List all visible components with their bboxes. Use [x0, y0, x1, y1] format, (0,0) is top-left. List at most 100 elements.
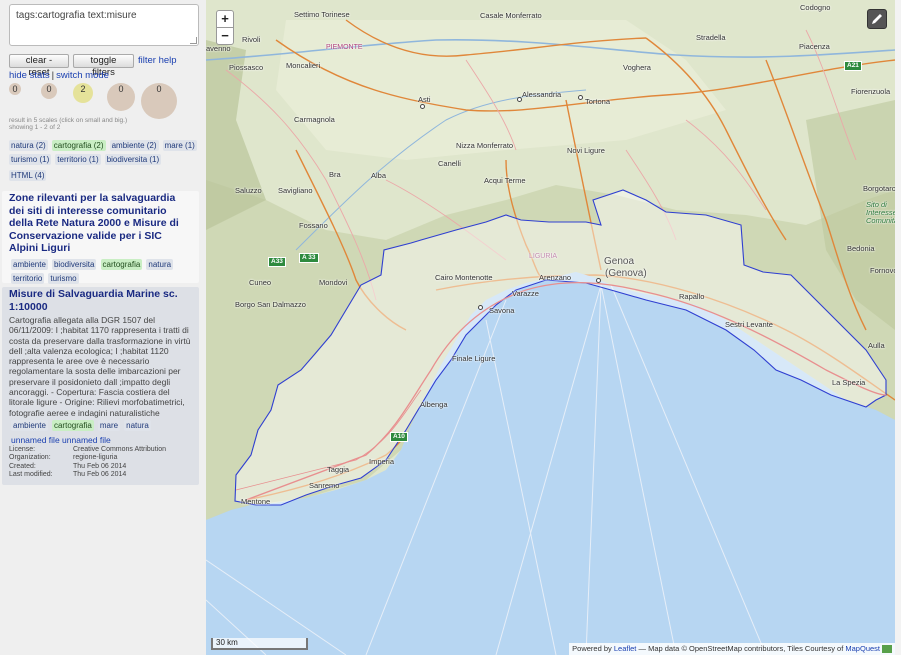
scale-circle-3[interactable]: 2 — [73, 83, 93, 103]
result-tag[interactable]: biodiversita — [51, 258, 97, 270]
highway-shield: A10 — [390, 432, 408, 442]
showing-line: showing 1 - 2 of 2 — [9, 124, 61, 131]
map-label: Aulla — [868, 341, 885, 350]
facet-biodiversita[interactable]: biodiversita (1) — [104, 154, 162, 165]
result-tags: ambiente cartografia mare natura — [9, 419, 192, 433]
facet-html-format[interactable]: HTML (4) — [9, 170, 47, 181]
map-label: Asti — [418, 95, 431, 104]
region-label: PIEMONTE — [326, 44, 363, 51]
scale-count: 0 — [12, 84, 18, 94]
map-label: Cuneo — [249, 278, 272, 287]
map-label: Codogno — [800, 3, 831, 12]
city-marker — [420, 104, 425, 109]
facet-ambiente[interactable]: ambiente (2) — [109, 140, 159, 151]
city-marker — [578, 95, 583, 100]
clear-reset-button[interactable]: clear - reset — [9, 54, 69, 78]
map-label: Carmagnola — [294, 115, 335, 124]
city-marker — [478, 305, 483, 310]
file-link[interactable]: unnamed file — [11, 435, 60, 445]
map-label: Mondovi — [319, 278, 348, 287]
result-title[interactable]: Zone rilevanti per la salvaguardia dei s… — [9, 192, 192, 255]
search-query-input[interactable]: tags:cartografia text:misure — [9, 4, 199, 46]
meta-license: Creative Commons Attribution — [73, 445, 166, 453]
page-scrollbar[interactable] — [895, 0, 901, 655]
attribution-prefix: Powered by — [572, 644, 612, 653]
facet-mare[interactable]: mare (1) — [162, 140, 197, 151]
meta-created: Thu Feb 06 2014 — [73, 462, 127, 470]
map-label: Taggia — [327, 465, 350, 474]
map-label: Rapallo — [679, 292, 705, 301]
facet-territorio[interactable]: territorio (1) — [55, 154, 101, 165]
map-label: avenno — [206, 44, 231, 53]
draw-tool-button[interactable] — [867, 9, 887, 29]
zoom-in-button[interactable]: + — [216, 10, 234, 28]
map-label: Finale Ligure — [452, 354, 496, 363]
map-label: Acqui Terme — [484, 176, 526, 185]
result-item[interactable]: Zone rilevanti per la salvaguardia dei s… — [2, 191, 199, 284]
sidebar: tags:cartografia text:misure clear - res… — [0, 0, 206, 655]
result-tag[interactable]: mare — [97, 419, 121, 431]
switch-mode-link[interactable]: switch mode — [56, 70, 109, 81]
result-info: result in 5 scales (click on small and b… — [9, 117, 127, 131]
result-tag[interactable]: natura — [146, 258, 174, 270]
result-tag[interactable]: ambiente — [11, 419, 48, 431]
scale-count: 0 — [46, 84, 52, 94]
mapquest-logo-icon — [882, 645, 892, 654]
result-scales-line: result in 5 scales (click on small and b… — [9, 117, 128, 124]
result-tag[interactable]: turismo — [48, 272, 79, 284]
separator: | — [51, 70, 55, 81]
meta-key: Last modified: — [9, 471, 53, 479]
file-link[interactable]: unnamed file — [62, 435, 111, 445]
map-label: Comunitario — [866, 216, 895, 225]
meta-key: License: — [9, 445, 36, 453]
filter-help-link[interactable]: filter help — [138, 55, 177, 66]
scale-circle-1[interactable]: 0 — [9, 83, 21, 95]
zoom-out-button[interactable]: − — [216, 27, 234, 45]
result-tag[interactable]: natura — [124, 419, 151, 431]
map-label: Tortona — [585, 97, 611, 106]
map-label: Borgo San Dalmazzo — [235, 300, 306, 309]
hide-stats-link[interactable]: hide stats — [9, 70, 50, 81]
scale-count: 0 — [118, 84, 124, 94]
textarea-resize-handle[interactable] — [190, 37, 197, 44]
pencil-icon — [872, 14, 882, 24]
scale-circle-2[interactable]: 0 — [41, 83, 57, 99]
map-label: Saluzzo — [235, 186, 262, 195]
result-tag[interactable]: cartografia — [51, 419, 94, 431]
map-view[interactable]: Settimo Torinese Casale Monferrato Codog… — [206, 0, 895, 655]
result-tag[interactable]: territorio — [11, 272, 45, 284]
facet-natura[interactable]: natura (2) — [9, 140, 48, 151]
scale-circle-4[interactable]: 0 — [107, 83, 135, 111]
map-label: Nizza Monferrato — [456, 141, 514, 150]
leaflet-link[interactable]: Leaflet — [614, 644, 637, 653]
result-tag[interactable]: cartografia — [100, 258, 143, 270]
toggle-filters-button[interactable]: toggle filters — [73, 54, 134, 78]
highway-shield: A21 — [844, 61, 862, 71]
map-label: Arenzano — [539, 273, 572, 282]
map-label: Rivoli — [242, 35, 261, 44]
map-label: Casale Monferrato — [480, 11, 542, 20]
region-label: LIGURIA — [529, 253, 558, 260]
map-label: Savona — [489, 306, 515, 315]
result-title[interactable]: Misure di Salvaguardia Marine sc. 1:1000… — [9, 288, 192, 313]
scale-count: 2 — [80, 84, 86, 94]
scale-circle-5[interactable]: 0 — [141, 83, 177, 119]
facet-tags: natura (2) cartografia (2) ambiente (2) … — [9, 139, 199, 167]
map-label: Imperia — [369, 457, 395, 466]
city-label-genoa: Genoa — [604, 256, 635, 267]
map-label: Piossasco — [229, 63, 264, 72]
facet-cartografia[interactable]: cartografia (2) — [51, 140, 106, 151]
map-label: Borgotaro — [863, 184, 895, 193]
attribution-text: — Map data © OpenStreetMap contributors,… — [638, 644, 844, 653]
map-label: Savigliano — [278, 186, 313, 195]
map-label: Novi Ligure — [567, 146, 605, 155]
map-label: Varazze — [512, 289, 539, 298]
map-label: Stradella — [696, 33, 726, 42]
map-label: Sanremo — [309, 481, 340, 490]
mapquest-link[interactable]: MapQuest — [845, 644, 880, 653]
result-tag[interactable]: ambiente — [11, 258, 48, 270]
map-label: La Spezia — [832, 378, 866, 387]
result-item-selected[interactable]: Misure di Salvaguardia Marine sc. 1:1000… — [2, 287, 199, 485]
map-label: Fossano — [299, 221, 328, 230]
facet-turismo[interactable]: turismo (1) — [9, 154, 52, 165]
